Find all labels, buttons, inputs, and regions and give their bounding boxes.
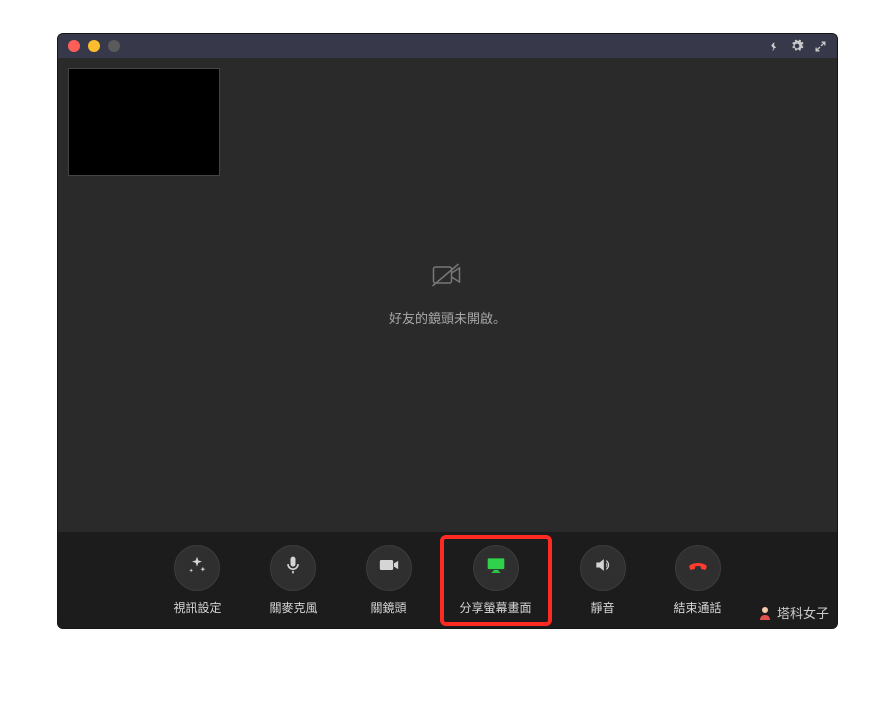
pin-icon[interactable] bbox=[767, 40, 780, 53]
watermark-icon bbox=[757, 605, 773, 621]
close-window-button[interactable] bbox=[68, 40, 80, 52]
remote-camera-off-text: 好友的鏡頭未開啟。 bbox=[389, 308, 506, 327]
share-screen-button[interactable]: 分享螢幕畫面 bbox=[460, 545, 532, 616]
self-preview[interactable] bbox=[68, 68, 220, 176]
watermark: 塔科女子 bbox=[757, 603, 829, 622]
end-call-button[interactable]: 結束通話 bbox=[674, 545, 722, 616]
minimize-window-button[interactable] bbox=[88, 40, 100, 52]
expand-icon[interactable] bbox=[814, 40, 827, 53]
video-settings-button[interactable]: 視訊設定 bbox=[173, 545, 221, 616]
call-controls: 視訊設定 關麥克風 關鏡頭 bbox=[58, 532, 837, 628]
remote-camera-off-notice: 好友的鏡頭未開啟。 bbox=[389, 263, 506, 327]
end-call-label: 結束通話 bbox=[674, 599, 722, 616]
video-area: 好友的鏡頭未開啟。 bbox=[58, 58, 837, 532]
maximize-window-button[interactable] bbox=[108, 40, 120, 52]
mute-speaker-label: 靜音 bbox=[591, 599, 615, 616]
titlebar-actions bbox=[767, 39, 827, 53]
call-window: 好友的鏡頭未開啟。 視訊設定 關麥克風 bbox=[58, 34, 837, 628]
microphone-icon bbox=[283, 555, 303, 580]
mute-mic-button[interactable]: 關麥克風 bbox=[269, 545, 317, 616]
mute-mic-label: 關麥克風 bbox=[269, 599, 317, 616]
mute-speaker-button[interactable]: 靜音 bbox=[580, 545, 626, 616]
speaker-icon bbox=[593, 555, 613, 580]
gear-icon[interactable] bbox=[790, 39, 804, 53]
camera-toggle-button[interactable]: 關鏡頭 bbox=[366, 545, 412, 616]
titlebar bbox=[58, 34, 837, 58]
camera-off-icon bbox=[431, 263, 463, 292]
video-settings-label: 視訊設定 bbox=[173, 599, 221, 616]
monitor-icon bbox=[486, 555, 506, 580]
hangup-icon bbox=[686, 553, 710, 582]
camera-toggle-label: 關鏡頭 bbox=[370, 599, 406, 616]
camera-icon bbox=[379, 555, 399, 580]
share-screen-label: 分享螢幕畫面 bbox=[460, 599, 532, 616]
sparkle-icon bbox=[187, 555, 207, 580]
watermark-text: 塔科女子 bbox=[777, 603, 829, 622]
window-controls bbox=[68, 40, 120, 52]
